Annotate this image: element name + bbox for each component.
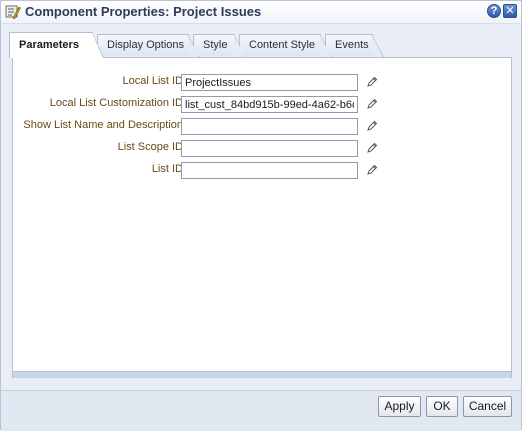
tab-events[interactable]: Events	[325, 34, 384, 57]
edit-pencil-icon[interactable]	[366, 164, 378, 176]
tab-label: Style	[203, 39, 228, 51]
tab-label: Parameters	[19, 39, 79, 51]
field-label: List Scope ID	[117, 141, 183, 153]
tab-label: Events	[335, 39, 369, 51]
title-bar[interactable]: Component Properties: Project Issues ? ✕	[1, 1, 521, 24]
edit-pencil-icon[interactable]	[366, 98, 378, 110]
edit-pencil-icon[interactable]	[366, 142, 378, 154]
close-button[interactable]: ✕	[503, 4, 517, 18]
tab-style[interactable]: Style	[193, 34, 246, 57]
tab-display-options[interactable]: Display Options	[97, 34, 200, 57]
show-list-name-and-description-input[interactable]	[181, 118, 358, 135]
tab-bar: Parameters Display Options Style Content…	[9, 32, 513, 58]
field-label: List ID	[151, 163, 183, 175]
field-list-scope-id: List Scope ID	[13, 140, 511, 158]
cancel-button[interactable]: Cancel	[463, 396, 512, 417]
field-label: Local List Customization ID	[49, 97, 183, 109]
field-show-list-name-and-description: Show List Name and Description	[13, 118, 511, 136]
local-list-id-input[interactable]	[181, 74, 358, 91]
tab-content-style[interactable]: Content Style	[239, 34, 332, 57]
field-label: Local List ID	[122, 75, 183, 87]
dialog-title: Component Properties: Project Issues	[25, 4, 262, 19]
edit-pencil-icon[interactable]	[366, 76, 378, 88]
parameters-panel: Local List ID Local List Customization I…	[12, 57, 512, 372]
tab-parameters[interactable]: Parameters	[9, 32, 104, 58]
apply-button[interactable]: Apply	[378, 396, 421, 417]
tab-label: Display Options	[107, 39, 185, 51]
component-properties-icon	[5, 5, 21, 20]
help-button[interactable]: ?	[487, 4, 501, 18]
ok-button[interactable]: OK	[426, 396, 458, 417]
edit-pencil-icon[interactable]	[366, 120, 378, 132]
panel-bottom-edge	[12, 372, 512, 378]
component-properties-dialog: Component Properties: Project Issues ? ✕…	[0, 0, 522, 431]
list-scope-id-input[interactable]	[181, 140, 358, 157]
field-local-list-customization-id: Local List Customization ID	[13, 96, 511, 114]
field-list-id: List ID	[13, 162, 511, 180]
field-label: Show List Name and Description	[23, 119, 183, 131]
dialog-footer: Apply OK Cancel	[1, 390, 521, 431]
tab-label: Content Style	[249, 39, 316, 51]
list-id-input[interactable]	[181, 162, 358, 179]
field-local-list-id: Local List ID	[13, 74, 511, 92]
local-list-customization-id-input[interactable]	[181, 96, 358, 113]
